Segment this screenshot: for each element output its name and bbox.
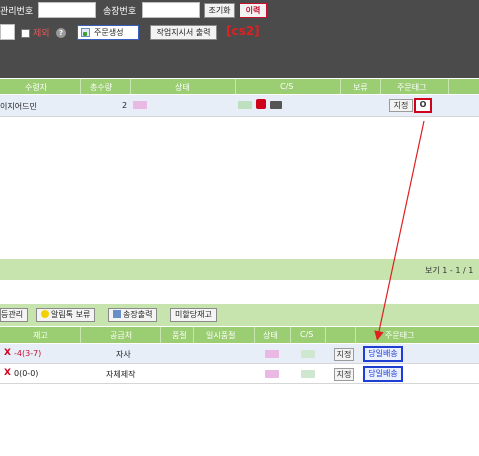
annotation-arrow <box>374 120 425 341</box>
